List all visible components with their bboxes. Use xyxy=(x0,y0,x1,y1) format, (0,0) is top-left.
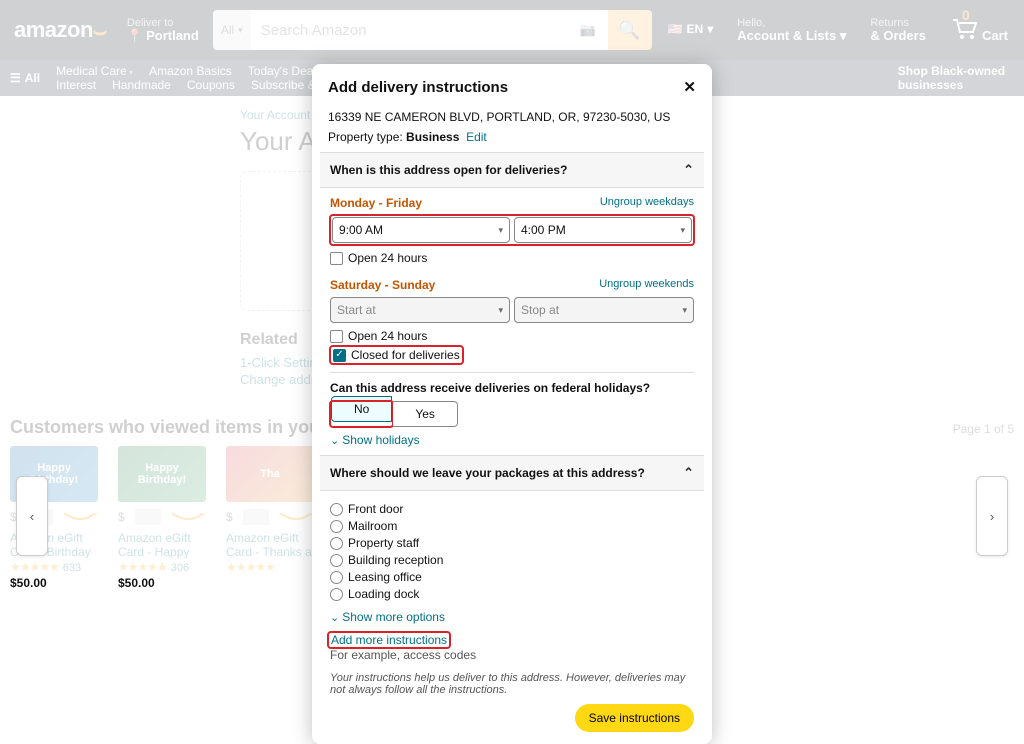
package-location-radio[interactable] xyxy=(330,554,343,567)
weekend-open24-checkbox[interactable] xyxy=(330,330,343,343)
highlight-weekday-times: 9:00 AM 4:00 PM xyxy=(330,215,694,245)
carousel-next-button[interactable]: › xyxy=(976,476,1008,556)
show-more-options-link[interactable]: Show more options xyxy=(330,610,445,624)
package-location-radio[interactable] xyxy=(330,571,343,584)
holiday-yes-button[interactable]: Yes xyxy=(393,401,458,427)
package-location-label: Property staff xyxy=(348,536,419,550)
weekday-start-select[interactable]: 9:00 AM xyxy=(332,217,510,243)
edit-property-link[interactable]: Edit xyxy=(466,130,487,144)
ungroup-weekdays-link[interactable]: Ungroup weekdays xyxy=(600,196,694,210)
example-hint: For example, access codes xyxy=(320,648,704,668)
package-location-radio[interactable] xyxy=(330,520,343,533)
delivery-instructions-modal: Add delivery instructions ✕ 16339 NE CAM… xyxy=(312,64,712,744)
weekend-open24-label: Open 24 hours xyxy=(348,329,427,343)
package-location-radio[interactable] xyxy=(330,537,343,550)
save-instructions-button[interactable]: Save instructions xyxy=(575,704,694,732)
add-more-instructions-link[interactable]: Add more instructions xyxy=(331,633,447,647)
package-location-label: Front door xyxy=(348,502,403,516)
chevron-up-icon: ⌃ xyxy=(683,162,694,178)
package-location-radio[interactable] xyxy=(330,503,343,516)
sec1-title: When is this address open for deliveries… xyxy=(330,163,567,177)
weekday-label: Monday - Friday xyxy=(330,196,422,210)
modal-header: Add delivery instructions ✕ xyxy=(312,64,712,106)
weekday-open24-label: Open 24 hours xyxy=(348,251,427,265)
holiday-no-button[interactable]: No xyxy=(331,396,392,422)
package-location-label: Building reception xyxy=(348,553,443,567)
federal-holiday-question: Can this address receive deliveries on f… xyxy=(330,381,694,395)
section-package-location[interactable]: Where should we leave your packages at t… xyxy=(320,455,704,491)
package-location-label: Loading dock xyxy=(348,587,419,601)
show-holidays-link[interactable]: Show holidays xyxy=(330,433,420,447)
weekend-start-select[interactable]: Start at xyxy=(330,297,510,323)
chevron-up-icon: ⌃ xyxy=(683,465,694,481)
weekday-open24-checkbox[interactable] xyxy=(330,252,343,265)
modal-title: Add delivery instructions xyxy=(328,79,508,96)
sec2-title: Where should we leave your packages at t… xyxy=(330,466,645,480)
product-price: $50.00 xyxy=(118,576,206,590)
close-icon[interactable]: ✕ xyxy=(683,78,696,96)
property-type-row: Property type: Business Edit xyxy=(320,128,704,152)
product-price: $50.00 xyxy=(10,576,98,590)
closed-checkbox[interactable] xyxy=(333,349,346,362)
weekday-end-select[interactable]: 4:00 PM xyxy=(514,217,692,243)
carousel-prev-button[interactable]: ‹ xyxy=(16,476,48,556)
package-location-radio[interactable] xyxy=(330,588,343,601)
modal-disclaimer: Your instructions help us deliver to thi… xyxy=(320,668,704,704)
prop-label: Property type: xyxy=(328,130,403,144)
modal-address: 16339 NE CAMERON BLVD, PORTLAND, OR, 972… xyxy=(320,106,704,128)
weekend-end-select[interactable]: Stop at xyxy=(514,297,694,323)
section-open-hours[interactable]: When is this address open for deliveries… xyxy=(320,152,704,188)
prop-value: Business xyxy=(406,130,459,144)
ungroup-weekends-link[interactable]: Ungroup weekends xyxy=(599,278,694,292)
package-location-label: Mailroom xyxy=(348,519,397,533)
weekend-label: Saturday - Sunday xyxy=(330,278,435,292)
closed-label: Closed for deliveries xyxy=(351,348,460,362)
package-location-label: Leasing office xyxy=(348,570,422,584)
